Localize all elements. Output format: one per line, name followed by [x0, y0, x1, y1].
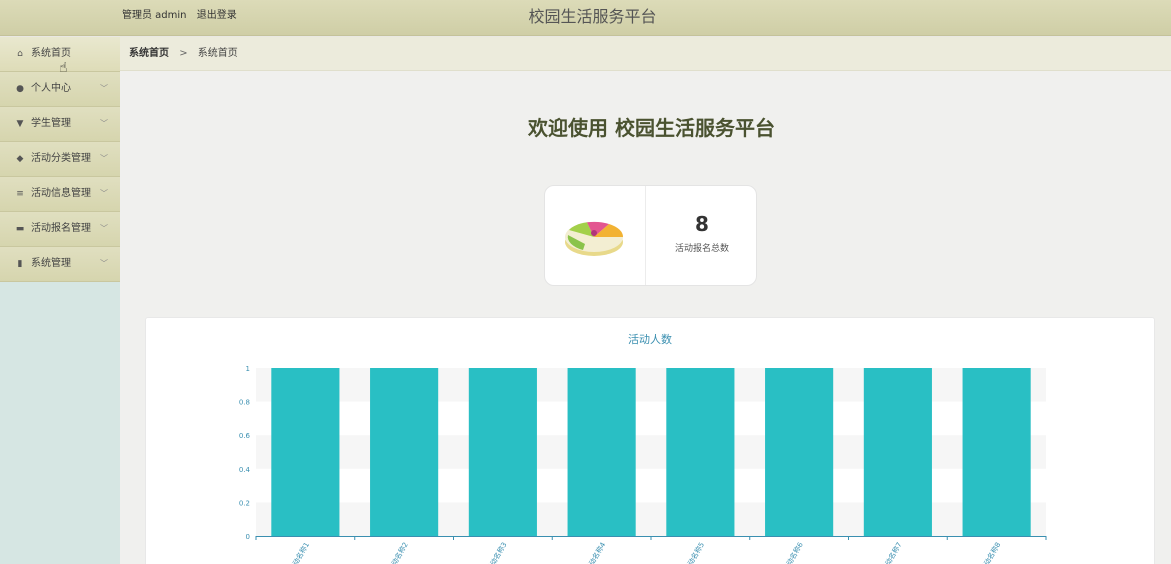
y-tick-label: 0.2 — [239, 499, 250, 507]
stat-label: 活动报名总数 — [674, 244, 729, 254]
chevron-down-icon: ﹀ — [100, 84, 108, 93]
x-tick-label: 活动名称3 — [485, 541, 509, 564]
x-tick-label: 活动名称6 — [781, 540, 805, 564]
chart-card: 活动人数 0 0.2 0.4 0.6 0.8 1 活动名称1 活动名称2 活动名称3 活动名称4 活… — [145, 317, 1155, 564]
bar — [567, 368, 636, 536]
chevron-down-icon: ﹀ — [100, 259, 108, 268]
sidebar-item-5[interactable]: ▬ 活动报名管理 ﹀ — [0, 212, 120, 247]
top-bar: 管理员 admin 退出登录 校园生活服务平台 — [0, 0, 1171, 36]
breadcrumb-current: 系统首页 — [197, 48, 238, 59]
y-tick-label: 0 — [246, 533, 250, 541]
sliders-icon: ≡ — [16, 189, 24, 199]
sidebar: ⌂ 系统首页 ● 个人中心 ﹀ ▼ 学生管理 ﹀ ◆ 活动分类管理 ﹀ ≡ 活动信息管理 ﹀ ▬ 活动报名管理… — [0, 37, 120, 564]
stat-value: 8 — [695, 212, 709, 236]
sidebar-item-2[interactable]: ▼ 学生管理 ﹀ — [0, 107, 120, 142]
sidebar-item-1[interactable]: ● 个人中心 ﹀ — [0, 72, 120, 107]
y-tick-label: 0.4 — [239, 466, 251, 474]
x-tick-label: 活动名称1 — [287, 541, 311, 564]
sidebar-item-3[interactable]: ◆ 活动分类管理 ﹀ — [0, 142, 120, 177]
bar-chart-icon: ▮ — [17, 259, 23, 269]
sidebar-item-label: 个人中心 — [31, 83, 71, 94]
y-tick-label: 0.8 — [239, 399, 250, 407]
sidebar-item-4[interactable]: ≡ 活动信息管理 ﹀ — [0, 177, 120, 212]
breadcrumb-home-link[interactable]: 系统首页 — [129, 48, 169, 59]
pin-icon: ◆ — [16, 154, 24, 164]
sidebar-item-label: 系统管理 — [31, 258, 71, 269]
welcome-heading: 欢迎使用 校园生活服务平台 — [528, 116, 775, 140]
bar — [468, 368, 537, 536]
sidebar-item-6[interactable]: ▮ 系统管理 ﹀ — [0, 247, 120, 282]
bar — [370, 368, 439, 536]
y-tick-label: 1 — [246, 365, 250, 373]
x-tick-label: 活动名称5 — [682, 541, 706, 564]
sidebar-item-label: 活动报名管理 — [31, 223, 91, 234]
bar — [271, 368, 340, 536]
app-title: 校园生活服务平台 — [528, 7, 657, 26]
bar-chart: 0 0.2 0.4 0.6 0.8 1 活动名称1 活动名称2 活动名称3 活动名称4 活动名称5 活… — [239, 365, 1047, 564]
breadcrumb: 系统首页 > 系统首页 — [120, 37, 1171, 71]
bar — [666, 368, 735, 536]
briefcase-icon: ▬ — [15, 224, 25, 234]
main-content: 欢迎使用 校园生活服务平台 8 活动报名总数 活动人数 0 0.2 0.4 0.6 0.… — [120, 71, 1171, 564]
chevron-down-icon: ﹀ — [100, 189, 108, 198]
trophy-icon: ▼ — [16, 119, 24, 129]
x-tick-label: 活动名称4 — [583, 540, 607, 564]
stat-card: 8 活动报名总数 — [544, 185, 757, 286]
chevron-down-icon: ﹀ — [100, 119, 108, 128]
chevron-down-icon: ﹀ — [100, 224, 108, 233]
sidebar-item-label: 学生管理 — [31, 118, 71, 129]
chevron-down-icon: ﹀ — [100, 154, 108, 163]
sidebar-item-0[interactable]: ⌂ 系统首页 — [0, 37, 120, 72]
bar — [962, 368, 1031, 536]
x-tick-label: 活动名称7 — [880, 541, 904, 564]
sidebar-item-label: 活动信息管理 — [31, 188, 91, 199]
y-tick-label: 0.6 — [239, 432, 251, 440]
sidebar-item-label: 活动分类管理 — [31, 153, 91, 164]
sidebar-item-label: 系统首页 — [31, 48, 71, 59]
x-tick-label: 活动名称8 — [978, 541, 1002, 564]
x-tick-label: 活动名称2 — [386, 541, 410, 564]
breadcrumb-separator: > — [179, 48, 188, 59]
home-icon: ⌂ — [17, 49, 23, 59]
user-icon: ● — [16, 84, 24, 94]
bar — [765, 368, 834, 536]
bar — [863, 368, 932, 536]
pie-chart-icon — [565, 221, 624, 256]
